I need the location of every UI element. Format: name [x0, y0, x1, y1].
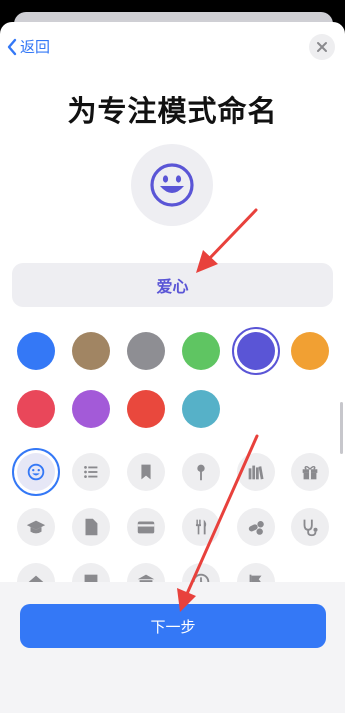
- back-button[interactable]: 返回: [6, 36, 50, 57]
- color-swatch[interactable]: [17, 332, 55, 370]
- color-swatch[interactable]: [182, 332, 220, 370]
- back-label: 返回: [20, 38, 51, 56]
- icon-option[interactable]: [72, 453, 110, 491]
- icon-option[interactable]: [127, 508, 165, 546]
- icon-option[interactable]: [17, 508, 55, 546]
- focus-icon-preview: [131, 144, 213, 226]
- pills-icon: [248, 521, 264, 535]
- bookmark-icon: [141, 464, 151, 480]
- fork-knife-icon: [195, 519, 207, 535]
- page-title: 为专注模式命名: [67, 94, 278, 128]
- focus-name-sheet: 返回 为专注模式命名 爱心 下一步: [0, 22, 345, 713]
- chevron-left-icon: [7, 38, 17, 55]
- color-swatch[interactable]: [291, 332, 329, 370]
- color-swatch[interactable]: [17, 390, 55, 428]
- close-icon: [317, 42, 327, 52]
- color-swatch[interactable]: [182, 390, 220, 428]
- stethoscope-icon: [303, 519, 318, 537]
- list-icon: [84, 466, 98, 478]
- document-icon: [85, 518, 98, 536]
- icon-option[interactable]: [291, 508, 329, 546]
- pin-icon: [197, 464, 205, 481]
- smiley-icon: [150, 163, 194, 207]
- icon-option[interactable]: [72, 508, 110, 546]
- color-swatch[interactable]: [127, 332, 165, 370]
- credit-card-icon: [137, 521, 155, 534]
- next-button[interactable]: 下一步: [20, 604, 326, 648]
- icon-option[interactable]: [237, 508, 275, 546]
- focus-name-field[interactable]: 爱心: [12, 263, 333, 307]
- icon-option[interactable]: [182, 453, 220, 491]
- icon-option[interactable]: [182, 508, 220, 546]
- gift-icon: [302, 466, 318, 480]
- icon-option[interactable]: [237, 453, 275, 491]
- color-swatch[interactable]: [72, 390, 110, 428]
- graduation-cap-icon: [26, 520, 46, 534]
- color-swatch[interactable]: [127, 390, 165, 428]
- color-swatch[interactable]: [72, 332, 110, 370]
- books-icon: [248, 465, 264, 480]
- scrollbar[interactable]: [340, 402, 343, 454]
- smiley-icon: [27, 463, 45, 481]
- icon-option[interactable]: [12, 448, 60, 496]
- close-button[interactable]: [309, 34, 335, 60]
- icon-option[interactable]: [127, 453, 165, 491]
- color-swatch[interactable]: [232, 327, 280, 375]
- icon-option[interactable]: [291, 453, 329, 491]
